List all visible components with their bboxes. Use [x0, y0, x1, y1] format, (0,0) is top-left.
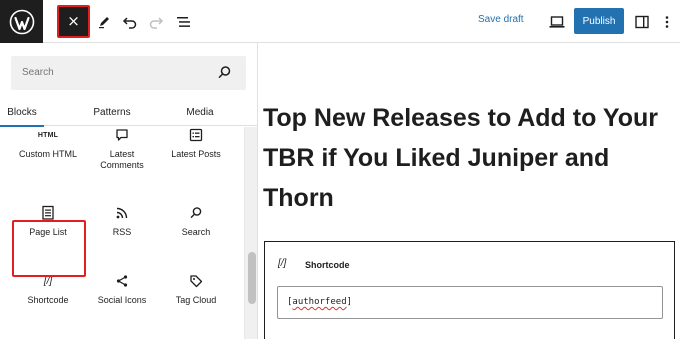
- search-icon: [190, 207, 202, 219]
- shortcode-value: [authorfeed]: [287, 297, 353, 307]
- redo-button[interactable]: [142, 8, 170, 36]
- html-icon: HTML: [37, 131, 59, 139]
- inserter-scrollbar[interactable]: [244, 127, 257, 339]
- editor-canvas: Top New Releases to Add to Your TBR if Y…: [259, 43, 680, 339]
- close-inserter-button[interactable]: ×: [57, 5, 90, 38]
- list-view-icon: [177, 17, 190, 27]
- post-title[interactable]: Top New Releases to Add to Your TBR if Y…: [263, 98, 663, 218]
- block-tag-cloud[interactable]: Tag Cloud: [158, 271, 234, 306]
- search-icon[interactable]: [217, 65, 232, 80]
- publish-button[interactable]: Publish: [574, 8, 624, 34]
- scrollbar-thumb[interactable]: [248, 252, 256, 304]
- tag-icon: [190, 275, 203, 288]
- close-icon: ×: [67, 12, 80, 30]
- list-icon: [189, 128, 203, 142]
- shortcode-icon: [/]: [43, 275, 53, 287]
- page-list-icon: [42, 205, 54, 220]
- block-rss[interactable]: RSS: [84, 203, 160, 238]
- laptop-icon: [549, 16, 565, 28]
- block-inserter-panel: Search Blocks Patterns Media HTML Custom…: [0, 43, 258, 339]
- save-draft-button[interactable]: Save draft: [478, 14, 524, 25]
- undo-icon: [122, 17, 137, 29]
- redo-icon: [149, 17, 164, 29]
- document-overview-button[interactable]: [170, 8, 198, 36]
- tab-patterns[interactable]: Patterns: [76, 98, 148, 126]
- share-icon: [116, 275, 128, 287]
- block-search-field[interactable]: Search: [11, 56, 246, 90]
- block-social-icons[interactable]: Social Icons: [84, 271, 160, 306]
- block-shortcode[interactable]: [/] Shortcode: [10, 271, 86, 306]
- settings-button[interactable]: [628, 8, 656, 36]
- tab-media[interactable]: Media: [176, 98, 224, 126]
- rss-icon: [116, 207, 128, 219]
- sidebar-toggle-icon: [635, 15, 649, 29]
- search-input[interactable]: Search: [22, 67, 54, 78]
- block-latest-posts[interactable]: Latest Posts: [158, 127, 234, 160]
- preview-button[interactable]: [543, 8, 571, 36]
- wordpress-logo-icon[interactable]: [0, 0, 43, 43]
- shortcode-textarea[interactable]: [authorfeed]: [277, 286, 663, 319]
- more-vertical-icon: [665, 16, 669, 28]
- spellcheck-underline: authorfeed: [292, 297, 347, 307]
- block-custom-html[interactable]: HTML Custom HTML: [10, 127, 86, 160]
- options-button[interactable]: [659, 8, 675, 36]
- tab-blocks[interactable]: Blocks: [0, 98, 44, 127]
- block-search[interactable]: Search: [158, 203, 234, 238]
- shortcode-block[interactable]: [/] Shortcode [authorfeed]: [264, 241, 675, 339]
- shortcode-highlight-box: [12, 220, 86, 277]
- pencil-icon: [99, 17, 109, 29]
- comment-icon: [116, 129, 128, 141]
- undo-button[interactable]: [116, 8, 144, 36]
- top-toolbar: × Save draft Publish: [0, 0, 680, 43]
- block-latest-comments[interactable]: Latest Comments: [84, 127, 160, 171]
- shortcode-icon: [/]: [278, 258, 287, 269]
- shortcode-block-label: Shortcode: [305, 260, 350, 270]
- inserter-tabs: Blocks Patterns Media: [0, 98, 257, 127]
- tools-button[interactable]: [90, 8, 118, 36]
